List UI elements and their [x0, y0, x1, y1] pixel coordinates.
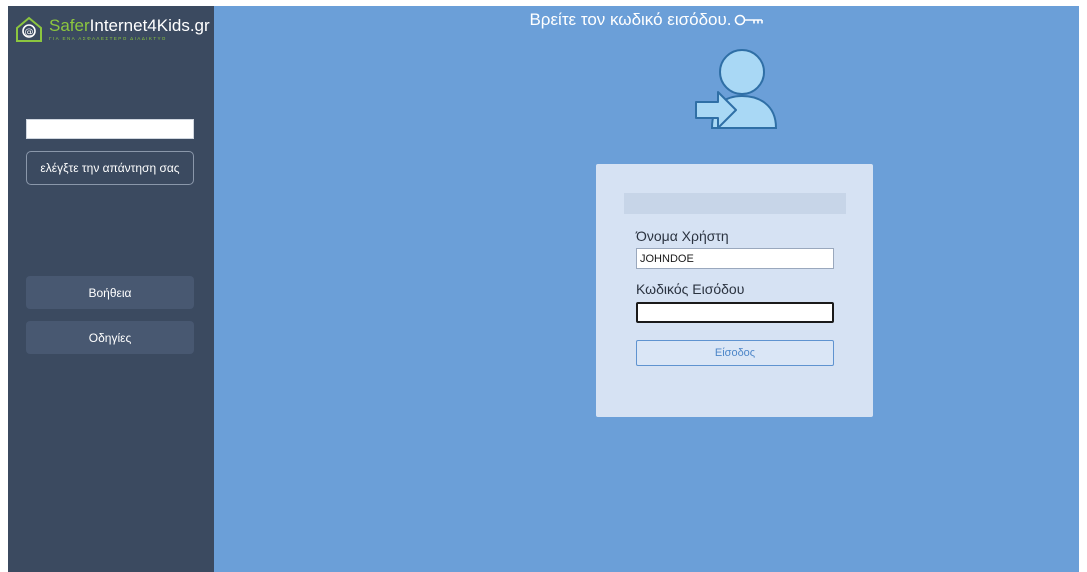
username-label: Όνομα Χρήστη	[636, 228, 729, 244]
password-input[interactable]	[636, 302, 834, 323]
help-button[interactable]: Βοήθεια	[26, 276, 194, 309]
main-area: Βρείτε τον κωδικό εισόδου. Όνομα Χρήστη …	[214, 6, 1079, 572]
key-icon	[734, 14, 763, 26]
password-label: Κωδικός Εισόδου	[636, 281, 745, 297]
logo-title-part-domain: Internet4Kids.gr	[89, 15, 210, 35]
page-title: Βρείτε τον κωδικό εισόδου.	[214, 10, 1079, 30]
logo-title: SaferInternet4Kids.gr	[49, 17, 210, 34]
username-input[interactable]	[636, 248, 834, 269]
check-answer-button[interactable]: ελέγξτε την απάντηση σας	[26, 151, 194, 185]
sidebar: @ SaferInternet4Kids.gr ΓΙΑ ΕΝΑ ΑΣΦΑΛΕΣΤ…	[8, 6, 214, 572]
login-card: Όνομα Χρήστη Κωδικός Εισόδου Είσοδος	[596, 164, 873, 417]
instructions-button[interactable]: Οδηγίες	[26, 321, 194, 354]
logo-subtitle: ΓΙΑ ΕΝΑ ΑΣΦΑΛΕΣΤΕΡΟ ΔΙΑΔΙΚΤΥΟ	[49, 35, 167, 41]
card-header-bar	[624, 193, 846, 214]
site-logo: @ SaferInternet4Kids.gr ΓΙΑ ΕΝΑ ΑΣΦΑΛΕΣΤ…	[14, 14, 210, 44]
login-button[interactable]: Είσοδος	[636, 340, 834, 366]
safer-internet-logo-icon: @	[16, 16, 42, 42]
user-login-icon	[695, 49, 778, 129]
app-frame: @ SaferInternet4Kids.gr ΓΙΑ ΕΝΑ ΑΣΦΑΛΕΣΤ…	[8, 6, 1079, 572]
answer-input[interactable]	[26, 119, 194, 139]
logo-title-part-safer: Safer	[49, 15, 90, 35]
page-title-text: Βρείτε τον κωδικό εισόδου.	[529, 10, 732, 29]
svg-text:@: @	[25, 28, 34, 38]
